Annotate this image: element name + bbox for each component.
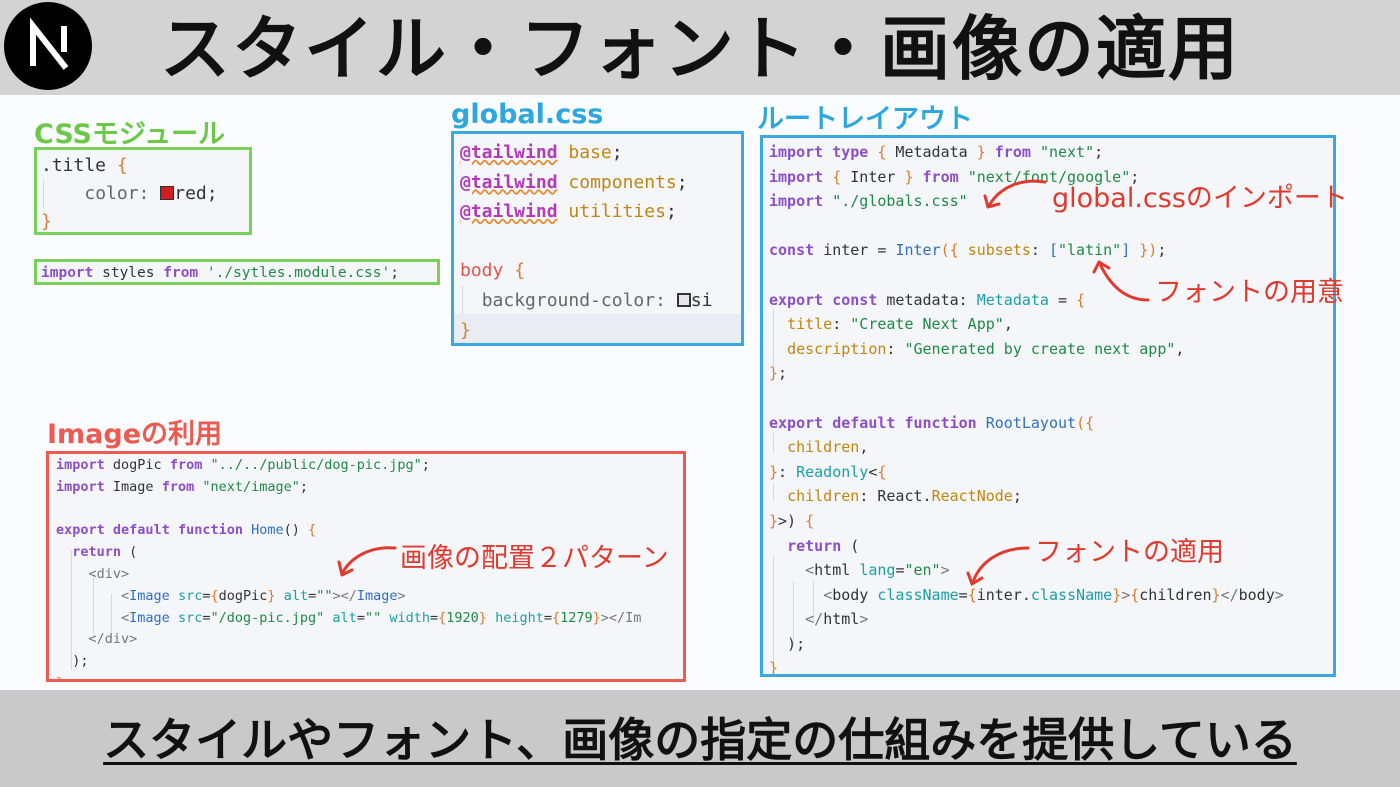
footer-caption: スタイルやフォント、画像の指定の仕組みを提供している: [103, 713, 1297, 767]
annotation-arrows: [337, 179, 1150, 586]
arrow-font-prepare: [1098, 262, 1150, 302]
arrow-image-placement: [341, 546, 397, 574]
footer-bar: スタイルやフォント、画像の指定の仕組みを提供している: [0, 690, 1400, 787]
arrow-global-import: [988, 179, 1047, 206]
